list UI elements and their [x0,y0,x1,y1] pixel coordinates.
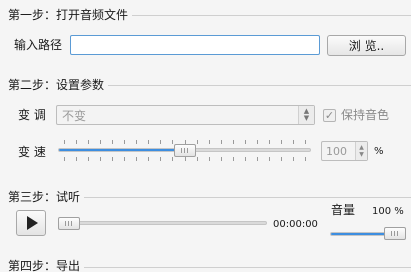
slider-tick [100,157,101,161]
step2-title: 第二步：设置参数 [8,78,109,92]
slider-tick [221,157,222,161]
pitch-select[interactable]: 不变 ▲ ▼ [56,105,315,125]
step1-title: 第一步：打开音频文件 [8,8,133,22]
slider-tick [209,140,210,144]
slider-tick [160,157,161,161]
slider-tick [257,140,258,144]
speed-unit: % [374,146,384,157]
playback-time: 00:00:00 [273,219,318,230]
audio-tool-window: 第一步：打开音频文件 输入路径 浏 览.. 第二步：设置参数 变 调 不变 ▲ ▼… [0,0,411,272]
speed-ticks-bottom [58,157,311,163]
up-down-arrows-icon: ▲ ▼ [355,142,367,160]
play-button[interactable] [16,210,46,236]
checkmark-icon: ✓ [324,109,335,122]
step4-title: 第四步：导出 [8,259,85,272]
slider-tick [281,140,282,144]
path-input[interactable] [70,35,320,55]
slider-tick [245,157,246,161]
slider-tick [269,140,270,144]
slider-tick [124,157,125,161]
slider-tick [76,140,77,144]
slider-tick [172,157,173,161]
slider-tick [233,157,234,161]
play-icon [27,216,38,230]
input-path-label: 输入路径 [14,38,63,52]
slider-tick [148,140,149,144]
slider-tick [76,157,77,161]
speed-slider-thumb[interactable] [174,144,196,157]
volume-label: 音量 [331,203,356,217]
pitch-label: 变 调 [18,108,46,122]
slider-tick [305,157,306,161]
slider-tick [293,140,294,144]
slider-tick [148,157,149,161]
playback-progress-track[interactable] [58,221,267,225]
slider-tick [136,140,137,144]
speed-spinbox-value: 100 [326,144,347,158]
speed-slider-fill [59,149,186,151]
up-down-arrows-icon: ▲ ▼ [298,106,314,124]
slider-tick [293,157,294,161]
keep-tone-label: 保持音色 [341,108,390,122]
volume-slider-thumb[interactable] [384,227,406,240]
slider-tick [197,140,198,144]
slider-tick [257,157,258,161]
slider-tick [136,157,137,161]
slider-tick [305,140,306,144]
slider-tick [269,157,270,161]
slider-tick [124,140,125,144]
slider-tick [197,157,198,161]
speed-spinbox[interactable]: 100 ▲ ▼ [321,141,368,161]
browse-button[interactable]: 浏 览.. [327,35,406,56]
slider-tick [64,157,65,161]
volume-value: 100 % [372,206,404,217]
slider-tick [160,140,161,144]
slider-tick [100,140,101,144]
slider-tick [221,140,222,144]
playback-progress-thumb[interactable] [58,217,80,230]
step3-title: 第三步：试听 [8,190,85,204]
keep-tone-checkbox[interactable]: ✓ [323,109,336,122]
slider-tick [88,157,89,161]
speed-label: 变 速 [18,145,46,159]
slider-tick [185,157,186,161]
slider-tick [88,140,89,144]
slider-tick [112,157,113,161]
slider-tick [245,140,246,144]
slider-tick [112,140,113,144]
slider-tick [172,140,173,144]
slider-tick [233,140,234,144]
slider-tick [64,140,65,144]
slider-tick [209,157,210,161]
pitch-select-value: 不变 [62,108,87,123]
slider-tick [281,157,282,161]
